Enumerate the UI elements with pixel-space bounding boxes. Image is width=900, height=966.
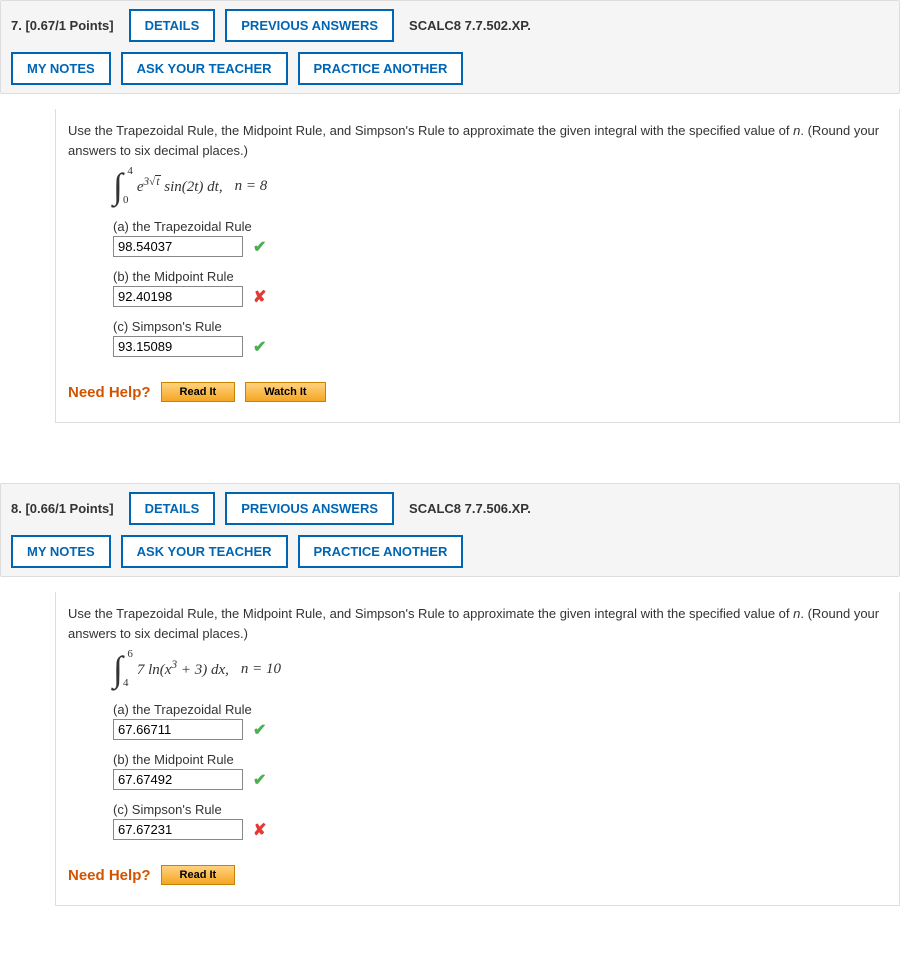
integral-expression: ∫ 6 4 7 ln(x3 + 3) dx, n = 10 bbox=[113, 651, 887, 687]
header-row-1: 7. [0.67/1 Points] DETAILS PREVIOUS ANSW… bbox=[11, 9, 889, 42]
part-a-label: (a) the Trapezoidal Rule bbox=[113, 702, 887, 717]
read-it-button[interactable]: Read It bbox=[161, 865, 236, 885]
read-it-button[interactable]: Read It bbox=[161, 382, 236, 402]
integral-sign-icon: ∫ 6 4 bbox=[113, 651, 123, 687]
watch-it-button[interactable]: Watch It bbox=[245, 382, 325, 402]
part-c-input[interactable] bbox=[113, 336, 243, 357]
integrand: 7 ln(x3 + 3) dx, bbox=[137, 659, 229, 679]
part-b-answer-row: ✘ bbox=[113, 286, 887, 307]
need-help-row: Need Help? Read It Watch It bbox=[68, 382, 887, 402]
integral-lower: 0 bbox=[123, 195, 129, 206]
my-notes-button[interactable]: MY NOTES bbox=[11, 52, 111, 85]
question-body: Use the Trapezoidal Rule, the Midpoint R… bbox=[55, 592, 900, 906]
previous-answers-button[interactable]: PREVIOUS ANSWERS bbox=[225, 9, 394, 42]
my-notes-button[interactable]: MY NOTES bbox=[11, 535, 111, 568]
part-a-input[interactable] bbox=[113, 236, 243, 257]
check-icon: ✔ bbox=[253, 720, 266, 740]
cross-icon: ✘ bbox=[253, 287, 266, 307]
prompt-text: Use the Trapezoidal Rule, the Midpoint R… bbox=[68, 604, 887, 643]
source-label: SCALC8 7.7.506.XP. bbox=[409, 501, 531, 516]
part-b-answer-row: ✔ bbox=[113, 769, 887, 790]
source-label: SCALC8 7.7.502.XP. bbox=[409, 18, 531, 33]
prompt-text: Use the Trapezoidal Rule, the Midpoint R… bbox=[68, 121, 887, 160]
n-value: n = 8 bbox=[235, 178, 268, 195]
integral-sign-icon: ∫ 4 0 bbox=[113, 168, 123, 204]
need-help-label: Need Help? bbox=[68, 384, 151, 401]
check-icon: ✔ bbox=[253, 237, 266, 257]
question-8: 8. [0.66/1 Points] DETAILS PREVIOUS ANSW… bbox=[0, 483, 900, 906]
n-value: n = 10 bbox=[241, 661, 281, 678]
question-number: 7. [0.67/1 Points] bbox=[11, 18, 114, 33]
part-a-label: (a) the Trapezoidal Rule bbox=[113, 219, 887, 234]
question-header: 8. [0.66/1 Points] DETAILS PREVIOUS ANSW… bbox=[0, 483, 900, 577]
question-body: Use the Trapezoidal Rule, the Midpoint R… bbox=[55, 109, 900, 423]
ask-teacher-button[interactable]: ASK YOUR TEACHER bbox=[121, 52, 288, 85]
part-b-input[interactable] bbox=[113, 769, 243, 790]
question-number: 8. [0.66/1 Points] bbox=[11, 501, 114, 516]
integral-upper: 6 bbox=[127, 649, 133, 660]
ask-teacher-button[interactable]: ASK YOUR TEACHER bbox=[121, 535, 288, 568]
part-a-answer-row: ✔ bbox=[113, 719, 887, 740]
part-c-label: (c) Simpson's Rule bbox=[113, 319, 887, 334]
part-c-answer-row: ✘ bbox=[113, 819, 887, 840]
part-b-input[interactable] bbox=[113, 286, 243, 307]
details-button[interactable]: DETAILS bbox=[129, 492, 216, 525]
header-row-2: MY NOTES ASK YOUR TEACHER PRACTICE ANOTH… bbox=[11, 52, 889, 85]
details-button[interactable]: DETAILS bbox=[129, 9, 216, 42]
integrand: e3t sin(2t) dt, bbox=[137, 176, 223, 196]
part-a-answer-row: ✔ bbox=[113, 236, 887, 257]
integral-lower: 4 bbox=[123, 678, 129, 689]
integral-upper: 4 bbox=[127, 166, 133, 177]
header-row-2: MY NOTES ASK YOUR TEACHER PRACTICE ANOTH… bbox=[11, 535, 889, 568]
need-help-row: Need Help? Read It bbox=[68, 865, 887, 885]
question-7: 7. [0.67/1 Points] DETAILS PREVIOUS ANSW… bbox=[0, 0, 900, 423]
question-header: 7. [0.67/1 Points] DETAILS PREVIOUS ANSW… bbox=[0, 0, 900, 94]
part-c-input[interactable] bbox=[113, 819, 243, 840]
previous-answers-button[interactable]: PREVIOUS ANSWERS bbox=[225, 492, 394, 525]
header-row-1: 8. [0.66/1 Points] DETAILS PREVIOUS ANSW… bbox=[11, 492, 889, 525]
part-a-input[interactable] bbox=[113, 719, 243, 740]
part-b-label: (b) the Midpoint Rule bbox=[113, 752, 887, 767]
practice-another-button[interactable]: PRACTICE ANOTHER bbox=[298, 535, 464, 568]
part-b-label: (b) the Midpoint Rule bbox=[113, 269, 887, 284]
integral-expression: ∫ 4 0 e3t sin(2t) dt, n = 8 bbox=[113, 168, 887, 204]
part-c-answer-row: ✔ bbox=[113, 336, 887, 357]
part-c-label: (c) Simpson's Rule bbox=[113, 802, 887, 817]
cross-icon: ✘ bbox=[253, 820, 266, 840]
practice-another-button[interactable]: PRACTICE ANOTHER bbox=[298, 52, 464, 85]
check-icon: ✔ bbox=[253, 337, 266, 357]
check-icon: ✔ bbox=[253, 770, 266, 790]
need-help-label: Need Help? bbox=[68, 867, 151, 884]
